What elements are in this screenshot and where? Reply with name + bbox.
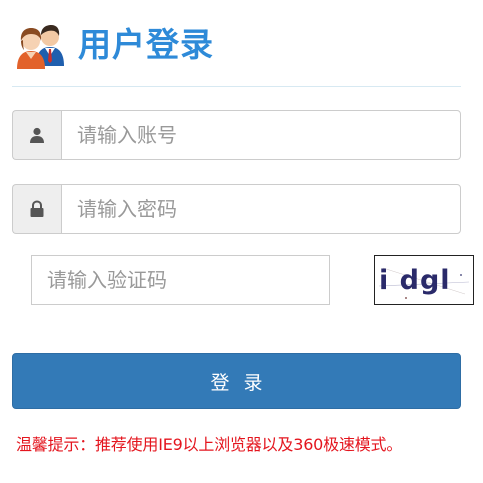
captcha-text: i dgl [379,265,451,296]
login-header: 用户登录 [14,14,214,74]
header-divider [12,86,461,87]
users-icon [14,17,68,71]
login-button[interactable]: 登录 [12,353,461,409]
user-icon [12,110,61,160]
username-group [12,110,461,160]
page-title: 用户登录 [78,24,214,64]
password-group [12,184,461,234]
username-input[interactable] [61,110,461,160]
captcha-image[interactable]: i dgl [374,255,474,305]
captcha-input[interactable] [31,255,330,305]
lock-icon [12,184,61,234]
password-input[interactable] [61,184,461,234]
browser-notice: 温馨提示：推荐使用IE9以上浏览器以及360极速模式。 [16,435,403,454]
